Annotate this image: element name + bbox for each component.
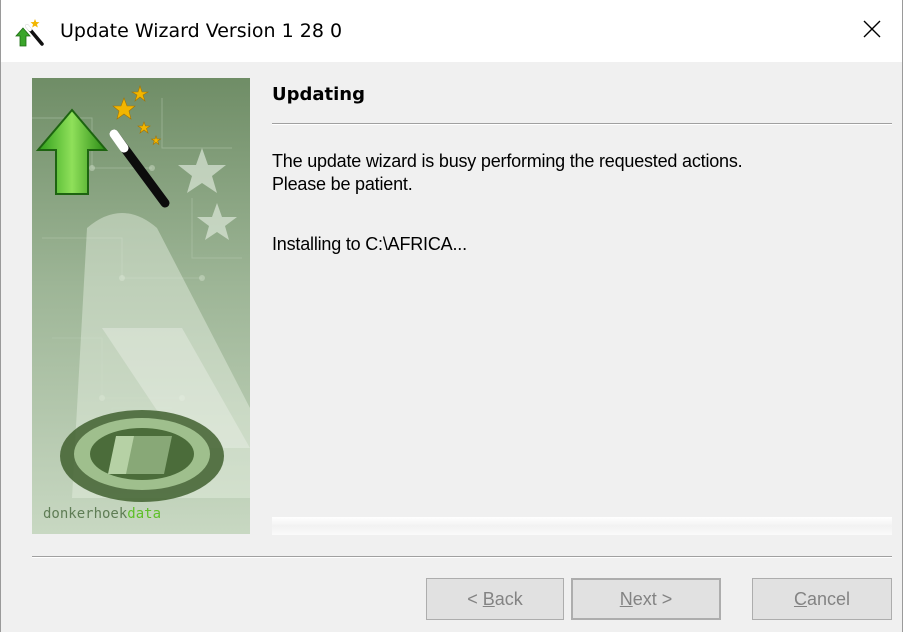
message-line-1: The update wizard is busy performing the… bbox=[272, 151, 743, 171]
brand-dark-text: donkerhoek bbox=[43, 506, 128, 522]
window-title: Update Wizard Version 1 28 0 bbox=[60, 20, 343, 42]
next-button-label: Next > bbox=[619, 588, 673, 609]
svg-text:donkerhoekdata: donkerhoekdata bbox=[43, 506, 161, 522]
update-wizard-window: Update Wizard Version 1 28 0 donkerhoekd… bbox=[0, 0, 903, 632]
heading-divider bbox=[272, 123, 892, 125]
back-button-label: < Back bbox=[467, 588, 523, 609]
close-button[interactable] bbox=[842, 0, 902, 62]
wizard-side-image: donkerhoekdata bbox=[32, 78, 250, 534]
message-line-2: Please be patient. bbox=[272, 174, 413, 194]
next-button[interactable]: Next > bbox=[571, 578, 721, 620]
back-button[interactable]: < Back bbox=[426, 578, 564, 620]
cancel-button-label: Cancel bbox=[793, 588, 851, 609]
title-bar[interactable]: Update Wizard Version 1 28 0 bbox=[1, 0, 902, 62]
page-heading: Updating bbox=[272, 84, 366, 105]
status-text: Installing to C:\AFRICA... bbox=[272, 234, 467, 254]
progress-bar-fill bbox=[272, 517, 892, 535]
progress-bar bbox=[272, 517, 892, 535]
cancel-button[interactable]: Cancel bbox=[752, 578, 892, 620]
brand-green-text: data bbox=[127, 506, 161, 522]
wizard-wand-icon bbox=[15, 18, 45, 48]
close-icon bbox=[862, 19, 882, 44]
footer-divider bbox=[32, 556, 892, 558]
